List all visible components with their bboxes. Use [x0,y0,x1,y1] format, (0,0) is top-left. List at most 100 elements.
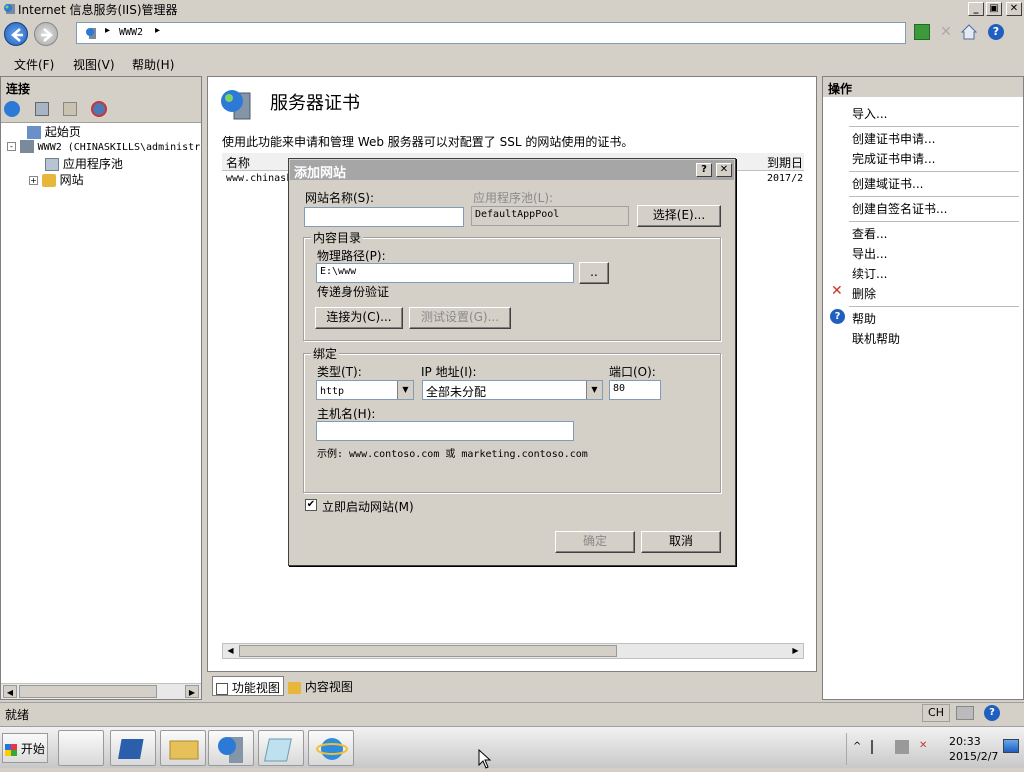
breadcrumb-www2[interactable]: WWW2 [119,27,143,38]
binding-label: 绑定 [311,345,340,362]
ip-address-select[interactable]: 全部未分配 ▼ [422,380,603,400]
connect-as-button[interactable]: 连接为(C)... [315,307,403,329]
maximize-button[interactable]: ▣ [986,2,1002,16]
internet-explorer-taskbar-icon[interactable] [308,730,354,766]
home-icon[interactable] [960,23,978,41]
col-expires[interactable]: 到期日 [767,154,803,171]
volume-muted-icon[interactable]: ✕ [919,740,933,754]
action-view[interactable]: 查看... [852,225,887,242]
action-create-self-signed-cert[interactable]: 创建自签名证书... [852,200,947,217]
action-help[interactable]: 帮助 [852,310,876,327]
keyboard-icon[interactable] [956,706,974,720]
minimize-button[interactable]: _ [968,2,984,16]
network-icon[interactable] [895,740,909,754]
action-import[interactable]: 导入... [852,105,887,122]
dialog-help-button[interactable]: ? [696,163,712,177]
type-select[interactable]: http ▼ [316,380,414,400]
connections-panel: 连接 起始页 - WWW2 (CHINASKILLS\administrator… [0,76,202,700]
system-tray: ^ ✕ 20:33 2015/2/7 [846,733,1024,765]
connect-icon[interactable] [4,101,20,117]
save-icon[interactable] [35,102,49,116]
tree-sites[interactable]: + 网站 [29,171,84,188]
forward-button[interactable] [34,22,58,46]
back-button[interactable] [4,22,28,46]
clock-date[interactable]: 2015/2/7 [949,750,998,763]
center-horizontal-scrollbar[interactable]: ◀ ▶ [222,643,804,659]
physical-path-input[interactable]: E:\www [316,263,574,283]
start-now-checkbox[interactable]: ✔ [305,499,317,511]
test-settings-button[interactable]: 测试设置(G)... [409,307,511,329]
action-complete-cert-request[interactable]: 完成证书申请... [852,150,935,167]
tab-features-view[interactable]: 功能视图 [212,676,284,696]
app-pool-icon [45,158,59,171]
start-page-icon [27,126,41,139]
left-horizontal-scrollbar[interactable]: ◀ ▶ [1,683,201,699]
site-name-label: 网站名称(S): [305,191,375,205]
expand-icon[interactable]: + [29,176,38,185]
show-desktop-icon[interactable] [1003,739,1019,753]
action-create-domain-cert[interactable]: 创建域证书... [852,175,923,192]
action-online-help[interactable]: 联机帮助 [852,330,900,347]
type-label: 类型(T): [317,365,362,379]
action-renew[interactable]: 续订... [852,265,887,282]
close-button[interactable]: ✕ [1006,2,1022,16]
help-action-icon: ? [830,309,845,324]
cert-expires: 2017/2 [767,173,804,184]
taskbar: 开始 ^ ✕ 20:33 2015/2/7 [0,726,1024,769]
help-icon[interactable]: ? [988,24,1004,40]
breadcrumb-separator: ▸ [105,25,111,36]
start-button[interactable]: 开始 [2,733,48,763]
iis-app-icon [3,2,16,15]
tree-start-page[interactable]: 起始页 [27,123,81,140]
actions-header: 操作 [823,77,1023,97]
content-view-icon [288,681,301,694]
show-hidden-icons-icon[interactable]: ^ [853,741,861,752]
cancel-button[interactable]: 取消 [641,531,721,553]
chevron-down-icon: ▼ [397,381,413,399]
page-description: 使用此功能来申请和管理 Web 服务器可以对配置了 SSL 的网站使用的证书。 [222,135,634,149]
action-create-cert-request[interactable]: 创建证书申请... [852,130,935,147]
add-website-dialog: 添加网站 ? ✕ 网站名称(S): 应用程序池(L): DefaultAppPo… [288,158,736,566]
collapse-icon[interactable]: - [7,142,16,151]
menu-view[interactable]: 视图(V) [73,56,115,73]
action-export[interactable]: 导出... [852,245,887,262]
dialog-close-button[interactable]: ✕ [716,163,732,177]
tree-app-pools[interactable]: 应用程序池 [45,155,123,172]
explorer-taskbar-icon[interactable] [160,730,206,766]
physical-path-label: 物理路径(P): [317,249,386,263]
port-input[interactable]: 80 [609,380,661,400]
action-center-flag-icon[interactable] [871,740,885,754]
col-name[interactable]: 名称 [226,154,250,171]
server-manager-taskbar-icon[interactable] [58,730,104,766]
language-indicator[interactable]: CH [922,704,950,722]
menu-help[interactable]: 帮助(H) [132,56,174,73]
host-example-text: 示例: www.contoso.com 或 marketing.contoso.… [317,449,588,460]
tab-content-view[interactable]: 内容视图 [288,678,353,695]
site-name-input[interactable] [304,207,464,227]
up-icon[interactable] [63,102,77,116]
stop-icon[interactable]: ✕ [938,24,954,40]
tree-server[interactable]: - WWW2 (CHINASKILLS\administrator) [7,139,201,153]
sites-icon [41,174,56,187]
ime-help-icon[interactable]: ? [984,705,1000,721]
delete-icon: ✕ [831,283,843,299]
actions-panel: 操作 导入... 创建证书申请... 完成证书申请... 创建域证书... 创建… [822,76,1024,700]
start-now-label: 立即启动网站(M) [322,500,414,514]
mouse-cursor-icon [478,748,492,772]
chevron-down-icon: ▼ [586,381,602,399]
browse-path-button[interactable]: .. [579,262,609,284]
action-delete[interactable]: 删除 [852,285,876,302]
ip-address-label: IP 地址(I): [421,365,477,379]
clock-time[interactable]: 20:33 [949,735,981,748]
iis-manager-taskbar-icon[interactable] [208,730,254,766]
select-app-pool-button[interactable]: 选择(E)... [637,205,721,227]
powershell-taskbar-icon[interactable] [110,730,156,766]
disconnect-icon[interactable] [91,101,107,117]
address-bar[interactable]: ▸ WWW2 ▸ [76,22,906,44]
host-name-label: 主机名(H): [317,407,376,421]
host-name-input[interactable] [316,421,574,441]
menu-file[interactable]: 文件(F) [14,56,54,73]
notepad-taskbar-icon[interactable] [258,730,304,766]
refresh-icon[interactable] [914,24,930,40]
ok-button[interactable]: 确定 [555,531,635,553]
